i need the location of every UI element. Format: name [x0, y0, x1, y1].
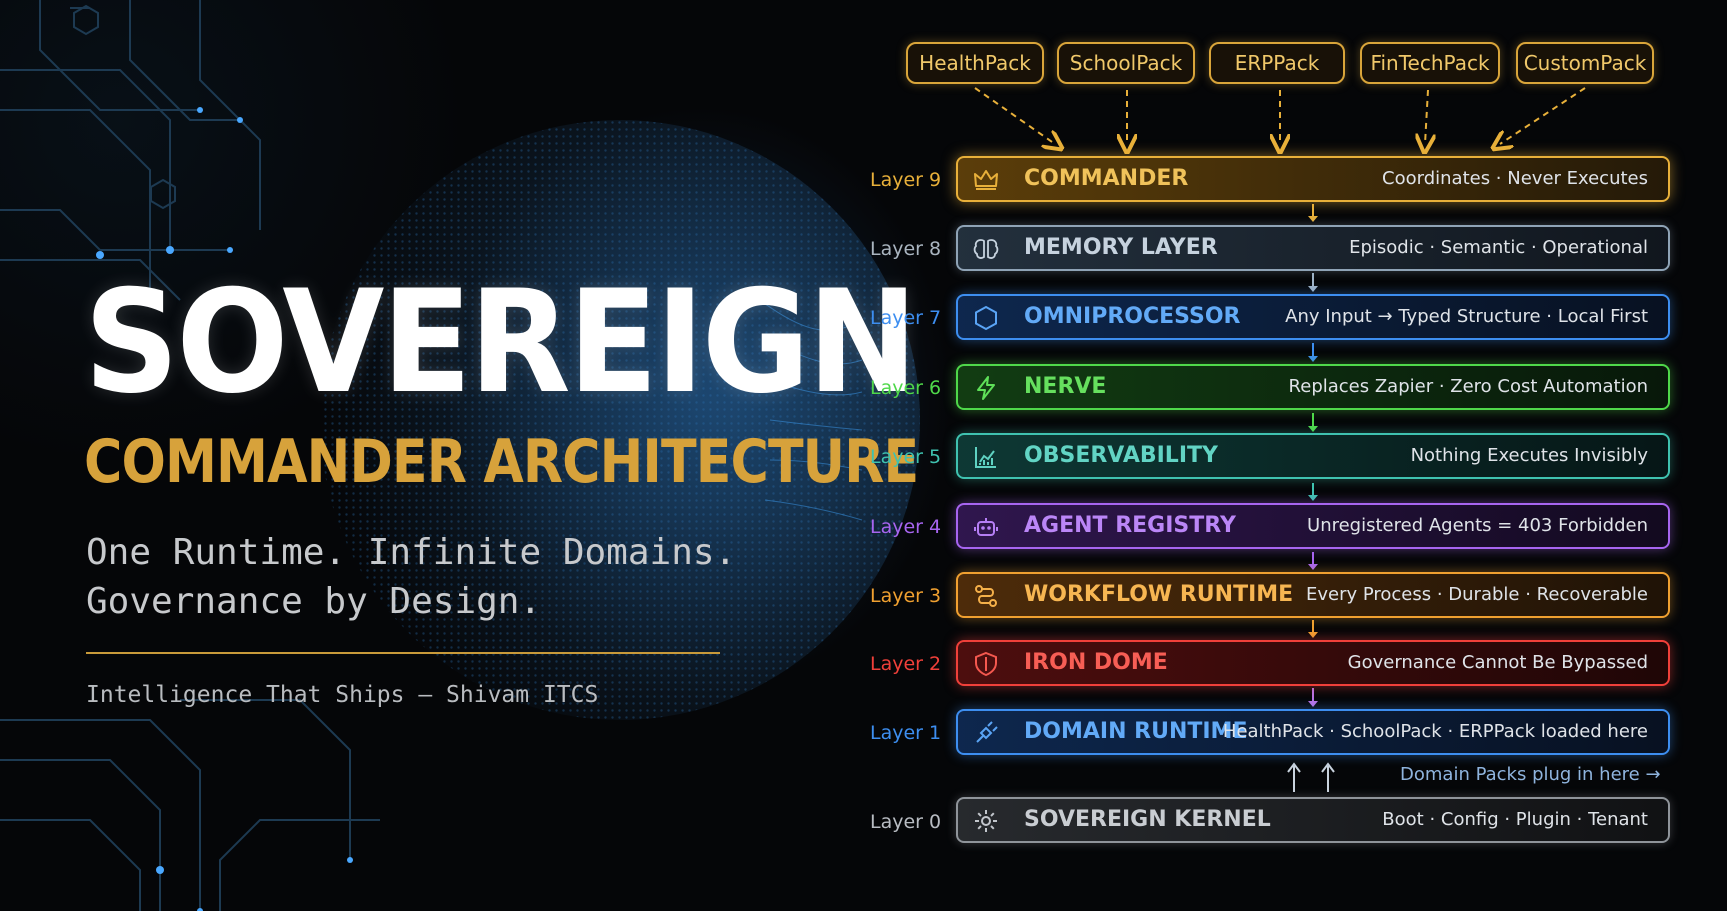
layer-8-label: Layer 8 [870, 238, 942, 260]
layer-name: AGENT REGISTRY [1024, 513, 1236, 538]
plug-icon [976, 721, 998, 743]
layer-1-label: Layer 1 [870, 722, 942, 744]
layer-6-nerve: NERVE Replaces Zapier · Zero Cost Automa… [956, 364, 1670, 410]
layer-name: MEMORY LAYER [1024, 235, 1218, 260]
layer-name: NERVE [1024, 374, 1107, 399]
layer-desc: Unregistered Agents = 403 Forbidden [1307, 515, 1648, 536]
layer-5-label: Layer 5 [870, 446, 942, 468]
brain-icon [973, 239, 999, 259]
layer-desc: HealthPack · SchoolPack · ERPPack loaded… [1222, 721, 1648, 742]
plug-note: Domain Packs plug in here → [1400, 764, 1661, 785]
gear-icon [975, 810, 997, 832]
layer-name: IRON DOME [1024, 650, 1168, 675]
layer-3-label: Layer 3 [870, 585, 942, 607]
layer-7-omniprocessor: OMNIPROCESSOR Any Input → Typed Structur… [956, 294, 1670, 340]
layer-2-label: Layer 2 [870, 653, 942, 675]
layer-desc: Nothing Executes Invisibly [1410, 445, 1648, 466]
robot-icon [974, 518, 998, 536]
layer-1-domain-runtime: DOMAIN RUNTIME HealthPack · SchoolPack ·… [956, 709, 1670, 755]
layer-7-label: Layer 7 [870, 307, 942, 329]
layer-0-sovereign-kernel: SOVEREIGN KERNEL Boot · Config · Plugin … [956, 797, 1670, 843]
layer-desc: Replaces Zapier · Zero Cost Automation [1288, 376, 1648, 397]
hexagon-icon [975, 305, 997, 331]
layer-8-memory: MEMORY LAYER Episodic · Semantic · Opera… [956, 225, 1670, 271]
layer-desc: Boot · Config · Plugin · Tenant [1382, 809, 1648, 830]
layer-5-observability: OBSERVABILITY Nothing Executes Invisibly [956, 433, 1670, 479]
chart-icon [975, 447, 996, 468]
layer-desc: Episodic · Semantic · Operational [1349, 237, 1648, 258]
shield-icon [975, 651, 997, 677]
layer-name: COMMANDER [1024, 166, 1189, 191]
layer-desc: Any Input → Typed Structure · Local Firs… [1285, 306, 1648, 327]
layer-name: WORKFLOW RUNTIME [1024, 582, 1294, 607]
layer-4-label: Layer 4 [870, 516, 942, 538]
layer-4-agent-registry: AGENT REGISTRY Unregistered Agents = 403… [956, 503, 1670, 549]
layer-9-label: Layer 9 [870, 169, 942, 191]
layer-3-workflow-runtime: WORKFLOW RUNTIME Every Process · Durable… [956, 572, 1670, 618]
layer-name: SOVEREIGN KERNEL [1024, 807, 1271, 832]
layer-desc: Coordinates · Never Executes [1382, 168, 1648, 189]
layer-0-label: Layer 0 [870, 811, 942, 833]
layer-2-iron-dome: IRON DOME Governance Cannot Be Bypassed [956, 640, 1670, 686]
crown-icon [974, 170, 998, 190]
layer-9-commander: COMMANDER Coordinates · Never Executes [956, 156, 1670, 202]
layer-6-label: Layer 6 [870, 377, 942, 399]
layer-desc: Governance Cannot Be Bypassed [1347, 652, 1648, 673]
layer-name: DOMAIN RUNTIME [1024, 719, 1248, 744]
layer-name: OMNIPROCESSOR [1024, 304, 1241, 329]
workflow-icon [975, 585, 997, 607]
layer-name: OBSERVABILITY [1024, 443, 1218, 468]
lightning-icon [977, 376, 995, 400]
layer-desc: Every Process · Durable · Recoverable [1305, 584, 1648, 605]
